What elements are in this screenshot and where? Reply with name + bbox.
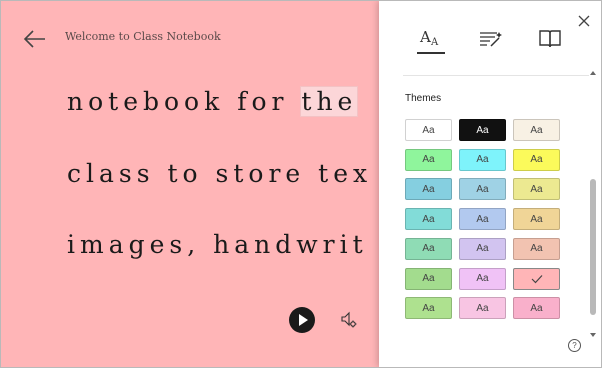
theme-swatch[interactable]: Aa [405, 267, 452, 290]
theme-swatch[interactable]: Aa [513, 237, 560, 260]
svg-text:A: A [430, 37, 439, 48]
theme-swatch[interactable]: Aa [513, 148, 560, 171]
theme-swatch-label: Aa [476, 183, 489, 195]
tab-text-preferences[interactable]: A A [417, 25, 447, 53]
scroll-down-arrow-icon[interactable] [590, 333, 596, 337]
theme-swatch[interactable]: Aa [459, 148, 506, 171]
theme-swatch-label: Aa [422, 273, 435, 284]
reader-line-3: images, handwrit [67, 230, 368, 259]
themes-heading: Themes [405, 93, 442, 104]
divider [403, 75, 589, 76]
theme-swatch-label: Aa [422, 154, 435, 166]
help-button[interactable]: ? [568, 339, 581, 352]
close-button[interactable] [577, 13, 591, 27]
theme-swatch[interactable]: Aa [459, 119, 506, 141]
theme-swatch-label: Aa [422, 124, 435, 136]
scroll-thumb[interactable] [590, 179, 596, 315]
theme-swatch-label: Aa [530, 154, 543, 166]
preferences-panel: A A Themes Aa Aa Aa Aa Aa Aa Aa Aa Aa Aa Aa Aa Aa Aa A… [379, 1, 601, 367]
play-button[interactable] [289, 307, 315, 333]
theme-swatch-label: Aa [530, 243, 543, 255]
theme-swatch-label: Aa [530, 302, 543, 314]
theme-swatch-label: Aa [476, 302, 489, 314]
theme-swatch-label: Aa [476, 154, 489, 166]
voice-settings-icon [341, 311, 357, 328]
theme-swatch-label: Aa [530, 124, 543, 136]
book-icon [539, 30, 561, 48]
back-button[interactable] [21, 27, 47, 51]
theme-swatch-label: Aa [476, 243, 489, 255]
theme-swatch-label: Aa [422, 243, 435, 255]
current-word-highlight: the [300, 86, 359, 117]
play-icon [299, 314, 308, 326]
tab-grammar-options[interactable] [475, 25, 505, 53]
text-size-icon: A A [419, 28, 439, 48]
svg-text:A: A [419, 28, 431, 46]
voice-settings-button[interactable] [339, 310, 359, 330]
theme-swatch-label: Aa [530, 183, 543, 195]
grammar-wand-icon [480, 32, 502, 47]
tab-reading-preferences[interactable] [535, 25, 565, 53]
theme-swatch[interactable] [513, 267, 560, 290]
theme-swatch-label: Aa [422, 302, 435, 314]
theme-swatch[interactable]: Aa [405, 237, 452, 260]
theme-swatch-label: Aa [530, 213, 543, 225]
theme-swatch-label: Aa [422, 213, 435, 225]
theme-swatch-label: Aa [476, 124, 489, 136]
active-tab-indicator [417, 52, 445, 54]
immersive-reader-window: Welcome to Class Notebook notebook for t… [0, 0, 602, 368]
theme-swatch-label: Aa [422, 183, 435, 195]
theme-swatch[interactable]: Aa [459, 297, 506, 320]
theme-swatch[interactable]: Aa [459, 237, 506, 260]
arrow-left-icon [23, 30, 45, 48]
theme-swatch[interactable]: Aa [513, 178, 560, 201]
panel-scrollbar[interactable] [589, 71, 597, 337]
reader-line-1: notebook for the [67, 86, 359, 117]
theme-swatch-label: Aa [476, 213, 489, 225]
theme-swatch[interactable]: Aa [459, 208, 506, 231]
theme-swatch[interactable]: Aa [405, 208, 452, 231]
theme-swatch[interactable]: Aa [513, 119, 560, 141]
theme-swatch[interactable]: Aa [513, 208, 560, 231]
theme-swatch[interactable]: Aa [405, 119, 452, 141]
more-swatches-row [405, 329, 565, 335]
reader-area: Welcome to Class Notebook notebook for t… [1, 1, 379, 367]
theme-swatch[interactable]: Aa [513, 297, 560, 320]
theme-swatch[interactable]: Aa [405, 297, 452, 320]
reader-line-1-text: notebook for [67, 87, 302, 116]
theme-swatch[interactable]: Aa [405, 148, 452, 171]
reader-line-3-text: images, handwrit [67, 230, 368, 259]
theme-swatch[interactable]: Aa [459, 178, 506, 201]
reader-line-2-text: class to store tex [67, 159, 373, 188]
theme-swatch[interactable]: Aa [459, 267, 506, 290]
reader-line-2: class to store tex [67, 159, 372, 188]
document-title: Welcome to Class Notebook [65, 30, 221, 43]
close-icon [578, 15, 590, 27]
scroll-up-arrow-icon[interactable] [590, 71, 596, 75]
checkmark-icon [531, 274, 542, 283]
theme-swatch[interactable]: Aa [405, 178, 452, 201]
theme-swatch-label: Aa [476, 273, 489, 284]
